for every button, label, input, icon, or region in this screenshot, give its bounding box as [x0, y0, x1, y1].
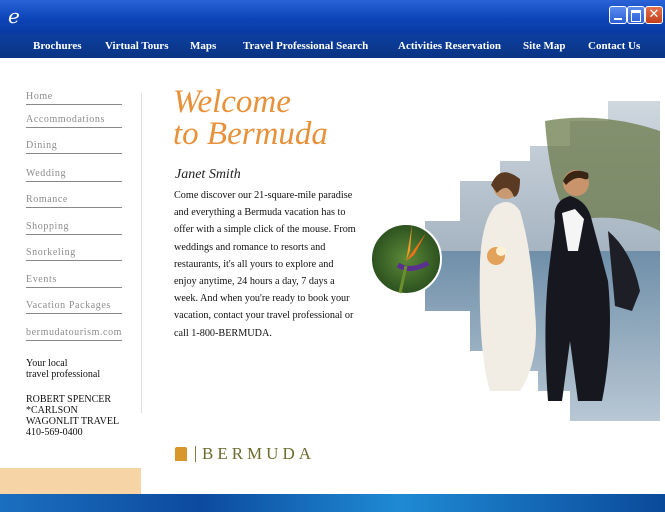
nav-activities-reservation[interactable]: Activities Reservation — [398, 40, 501, 52]
close-button[interactable]: ✕ — [645, 6, 663, 24]
minimize-button[interactable] — [609, 6, 627, 24]
sidebar-item-wedding[interactable]: Wedding — [26, 168, 122, 182]
top-nav: Brochures Virtual Tours Maps Travel Prof… — [0, 34, 665, 58]
sidebar-item-dining[interactable]: Dining — [26, 140, 122, 154]
nav-brochures[interactable]: Brochures — [33, 40, 82, 52]
sidebar-item-vacation-packages[interactable]: Vacation Packages — [26, 300, 122, 314]
sidebar-item-shopping[interactable]: Shopping — [26, 221, 122, 235]
nav-site-map[interactable]: Site Map — [523, 40, 565, 52]
nav-virtual-tours[interactable]: Virtual Tours — [105, 40, 168, 52]
title-bar: e ✕ — [0, 0, 665, 34]
sidebar-divider — [141, 93, 142, 413]
nav-contact-us[interactable]: Contact Us — [588, 40, 640, 52]
nav-travel-professional-search[interactable]: Travel Professional Search — [243, 40, 368, 52]
sidebar-item-bermudatourism[interactable]: bermudatourism.com — [26, 327, 122, 341]
agent-info: ROBERT SPENCER *CARLSON WAGONLIT TRAVEL … — [26, 394, 120, 438]
maximize-button[interactable] — [627, 6, 645, 24]
hero-image — [370, 101, 660, 421]
sidebar-item-accommodations[interactable]: Accommodations — [26, 114, 122, 128]
close-icon: ✕ — [648, 7, 660, 22]
welcome-text: Come discover our 21-square-mile paradis… — [174, 190, 356, 339]
author-name: Janet Smith — [175, 167, 241, 182]
ie-icon: e — [8, 4, 20, 28]
sidebar-item-romance[interactable]: Romance — [26, 194, 122, 208]
logo-divider — [195, 446, 196, 462]
page-title: Welcome to Bermuda — [173, 84, 328, 152]
nav-maps[interactable]: Maps — [190, 40, 216, 52]
sidebar-item-events[interactable]: Events — [26, 274, 122, 288]
local-professional-label: Your local travel professional — [26, 358, 101, 380]
bermuda-logo-icon — [175, 447, 187, 461]
bermuda-logo: BERMUDA — [175, 444, 315, 464]
sidebar-item-home[interactable]: Home — [26, 91, 122, 105]
sidebar-item-snorkeling[interactable]: Snorkeling — [26, 247, 122, 261]
ocean-footer — [0, 494, 665, 512]
sidebar: Home Accommodations Dining Wedding Roman… — [0, 58, 145, 468]
sidebar-footer-panel — [0, 468, 141, 494]
